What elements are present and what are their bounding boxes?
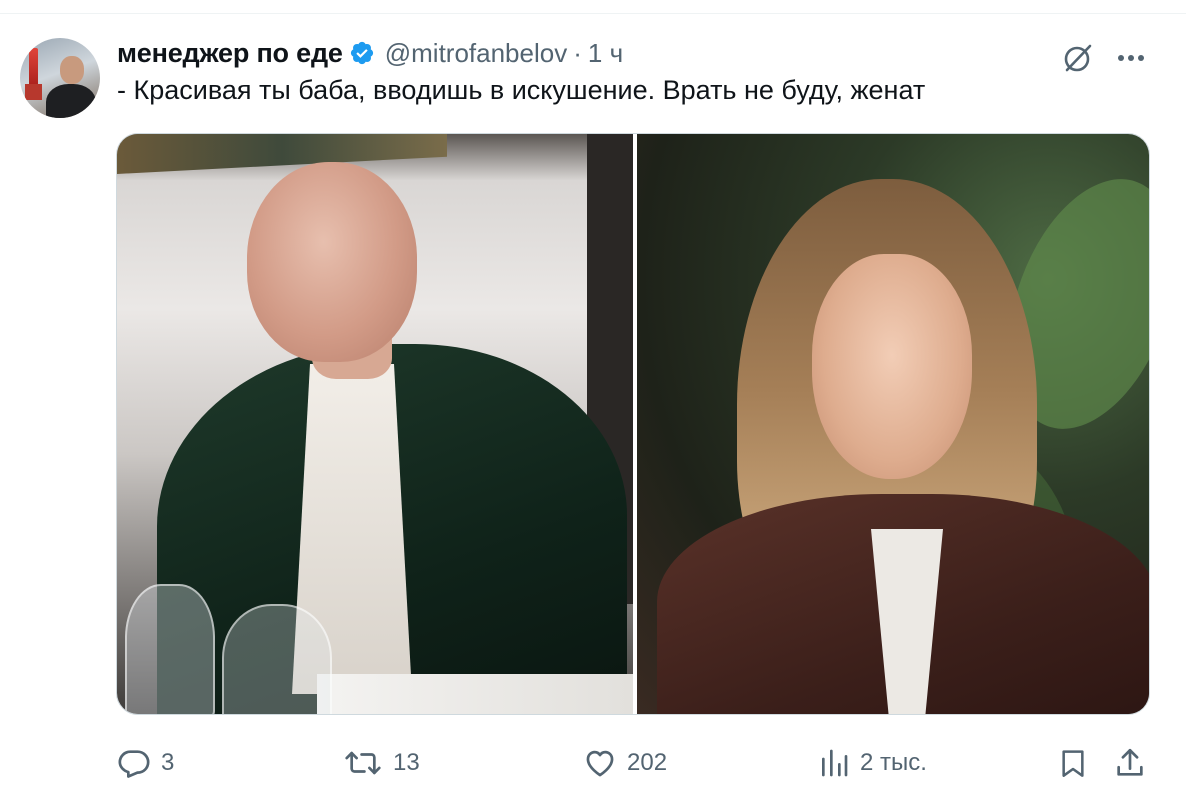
heart-icon xyxy=(583,746,617,780)
avatar[interactable] xyxy=(20,38,100,118)
views-chart-icon xyxy=(818,746,850,780)
grok-icon[interactable] xyxy=(1060,40,1096,76)
media-photo-left[interactable] xyxy=(117,134,633,714)
views-button[interactable]: 2 тыс. xyxy=(818,745,927,781)
photo-man-head xyxy=(247,162,417,362)
views-count: 2 тыс. xyxy=(860,749,927,776)
tweet-action-bar: 3 13 202 2 тыс. xyxy=(0,745,1186,785)
bookmark-icon xyxy=(1057,746,1089,780)
photo-wine-glass xyxy=(125,584,215,714)
more-horizontal-icon[interactable] xyxy=(1113,42,1149,72)
avatar-tower-shape xyxy=(29,48,38,88)
reply-count: 3 xyxy=(161,749,175,776)
retweet-button[interactable]: 13 xyxy=(343,745,420,781)
author-handle[interactable]: @mitrofanbelov xyxy=(385,38,567,69)
header-separator: · xyxy=(573,37,582,68)
photo-woman-face xyxy=(812,254,972,479)
like-button[interactable]: 202 xyxy=(583,745,667,781)
tweet-timestamp[interactable]: 1 ч xyxy=(588,38,623,69)
media-photo-right[interactable] xyxy=(637,134,1149,714)
verified-badge-icon[interactable] xyxy=(349,40,375,66)
reply-icon xyxy=(117,746,151,780)
retweet-count: 13 xyxy=(393,749,420,776)
tweet-text: - Красивая ты баба, вводишь в искушение.… xyxy=(117,75,926,105)
photo-table xyxy=(317,674,633,714)
photo-wine-glass xyxy=(222,604,332,714)
share-button[interactable] xyxy=(1113,745,1147,781)
tweet-media-grid[interactable] xyxy=(116,133,1150,715)
avatar-body-shape xyxy=(46,84,96,118)
photo-background-painting xyxy=(117,134,447,174)
bookmark-button[interactable] xyxy=(1057,745,1089,781)
share-icon xyxy=(1113,746,1147,780)
retweet-icon xyxy=(343,746,383,780)
like-count: 202 xyxy=(627,749,668,776)
tweet[interactable]: менеджер по еде @mitrofanbelov · 1 ч - К… xyxy=(0,0,1186,791)
avatar-head-shape xyxy=(60,56,84,84)
avatar-tower-base-shape xyxy=(25,84,42,100)
tweet-header: менеджер по еде @mitrofanbelov · 1 ч xyxy=(117,38,623,68)
author-display-name[interactable]: менеджер по еде xyxy=(117,38,343,69)
reply-button[interactable]: 3 xyxy=(117,745,174,781)
